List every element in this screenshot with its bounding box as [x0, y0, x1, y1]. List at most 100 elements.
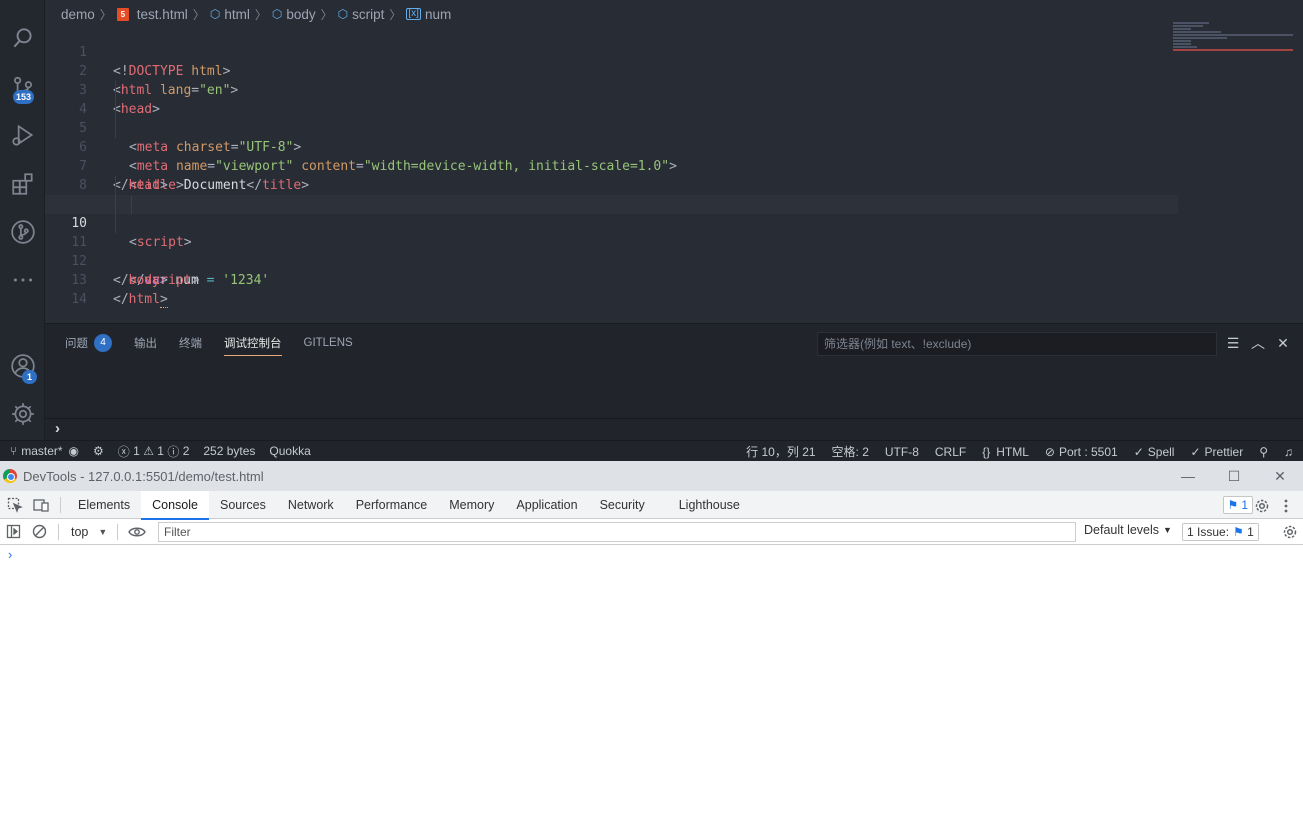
- tab-lighthouse[interactable]: Lighthouse: [668, 491, 751, 519]
- error-icon: ⓧ: [117, 444, 130, 459]
- prettier-status[interactable]: ✓ Prettier: [1190, 445, 1243, 459]
- extensions-icon[interactable]: [0, 164, 45, 204]
- code-line: 4 <meta charset="UTF-8">: [45, 81, 1173, 155]
- search-icon[interactable]: [0, 18, 45, 58]
- file-size-status[interactable]: 252 bytes: [203, 444, 255, 458]
- html5-file-icon: 5: [116, 7, 129, 21]
- breadcrumb-script[interactable]: script: [352, 7, 384, 22]
- tab-console[interactable]: Console: [141, 490, 209, 520]
- live-expression-eye-icon[interactable]: [124, 519, 150, 545]
- devtools-titlebar: DevTools - 127.0.0.1:5501/demo/test.html…: [0, 461, 1303, 491]
- warning-icon: ⚠: [143, 444, 154, 458]
- inspect-element-icon[interactable]: [2, 492, 28, 518]
- debug-console-filter-input[interactable]: 筛选器(例如 text、!exclude): [817, 332, 1217, 356]
- settings-gear-icon[interactable]: [1249, 493, 1275, 519]
- devtools-tabbar: Elements Console Sources Network Perform…: [0, 490, 1303, 520]
- notifications-bell-icon[interactable]: ♫: [1284, 445, 1293, 459]
- live-server-port-status[interactable]: ⊘ Port : 5501: [1045, 445, 1118, 459]
- minimap[interactable]: [1173, 22, 1293, 62]
- maximize-icon[interactable]: ☐: [1211, 461, 1257, 491]
- tab-network[interactable]: Network: [277, 491, 345, 519]
- encoding-status[interactable]: UTF-8: [885, 445, 919, 459]
- chevron-right-icon: 〉: [389, 7, 402, 22]
- explorer-icon[interactable]: [0, 0, 45, 12]
- sync-eye-icon: ◉: [68, 444, 80, 458]
- tab-gitlens[interactable]: GITLENS: [304, 324, 353, 362]
- git-graph-icon: ⚙: [93, 444, 104, 458]
- breadcrumb-file[interactable]: test.html: [137, 7, 188, 22]
- panel-tabs: 问题 4 输出 终端 调试控制台 GITLENS: [65, 324, 375, 362]
- cursor-position-status[interactable]: 行 10，列 21: [746, 443, 815, 460]
- console-filter-input[interactable]: Filter: [158, 522, 1076, 542]
- problems-status[interactable]: ⓧ 1 ⚠ 1 ⓘ 2: [118, 443, 190, 460]
- tab-problems-label: 问题: [65, 338, 88, 350]
- more-icon[interactable]: [0, 260, 45, 300]
- element-cube-icon: ⬡: [271, 7, 283, 21]
- tab-memory[interactable]: Memory: [438, 491, 505, 519]
- tab-performance[interactable]: Performance: [345, 491, 439, 519]
- code-line: 5 <meta name="viewport" content="width=d…: [45, 100, 1173, 174]
- accounts-badge: 1: [22, 370, 37, 384]
- status-bar: ⑂ master* ◉ ⚙ ⓧ 1 ⚠ 1 ⓘ 2 252 bytes Quok…: [0, 440, 1303, 461]
- code-line: 14: [45, 271, 1173, 307]
- warning-squiggle: >: [159, 292, 168, 308]
- issues-count-button[interactable]: 1 Issue: ⚑ 1: [1182, 523, 1259, 541]
- tab-debug-console[interactable]: 调试控制台: [224, 324, 282, 362]
- device-toolbar-icon[interactable]: [28, 492, 54, 518]
- window-title: DevTools - 127.0.0.1:5501/demo/test.html: [23, 468, 264, 484]
- close-panel-icon[interactable]: ✕: [1273, 332, 1293, 354]
- branch-status[interactable]: ⑂ master* ◉: [10, 444, 79, 458]
- divider: [60, 496, 61, 513]
- gitlens-icon[interactable]: [0, 212, 45, 252]
- tab-application[interactable]: Application: [505, 491, 588, 519]
- breadcrumb-folder[interactable]: demo: [61, 7, 95, 22]
- run-debug-icon[interactable]: [0, 115, 45, 155]
- code-line: 13 </html>: [45, 252, 1173, 308]
- tab-sources[interactable]: Sources: [209, 491, 277, 519]
- feedback-icon[interactable]: ⚲: [1259, 445, 1268, 459]
- clear-console-icon[interactable]: [26, 519, 52, 545]
- quokka-status[interactable]: Quokka: [269, 444, 310, 458]
- more-options-icon[interactable]: [1273, 493, 1299, 519]
- element-cube-icon: ⬡: [337, 7, 349, 21]
- breadcrumb: demo 〉 5 test.html 〉 ⬡ html 〉 ⬡ body 〉 ⬡…: [45, 4, 451, 24]
- accounts-icon[interactable]: 1: [0, 346, 45, 386]
- caret-down-icon: ▼: [1163, 525, 1172, 535]
- eol-status[interactable]: CRLF: [935, 445, 966, 459]
- manage-gear-icon[interactable]: [0, 394, 45, 434]
- language-mode-status[interactable]: {} HTML: [982, 445, 1029, 459]
- sidebar-toggle-icon[interactable]: [0, 519, 26, 545]
- close-icon[interactable]: ✕: [1257, 461, 1303, 491]
- console-settings-gear-icon[interactable]: [1277, 519, 1303, 545]
- indentation-status[interactable]: 空格: 2: [832, 443, 869, 460]
- code-editor[interactable]: 1 <!DOCTYPE html> 2 <html lang="en"> 3 <…: [45, 24, 1178, 308]
- breadcrumb-variable[interactable]: num: [425, 7, 451, 22]
- spell-status[interactable]: ✓ Spell: [1134, 445, 1175, 459]
- console-output[interactable]: ›: [0, 545, 1303, 833]
- code-line: 11 </script>: [45, 214, 1173, 288]
- js-context-select[interactable]: top ▼: [71, 525, 107, 539]
- repl-prompt-icon[interactable]: ›: [55, 420, 60, 437]
- double-check-icon: ✓: [1190, 444, 1201, 459]
- code-line: 9 <script>: [45, 176, 1173, 250]
- code-line-current: 10 var num = '1234': [45, 195, 1178, 288]
- console-prompt[interactable]: ›: [8, 547, 12, 562]
- gitlens-graph-status[interactable]: ⚙: [93, 444, 104, 458]
- tab-elements[interactable]: Elements: [67, 491, 141, 519]
- code-line: 7 </head>: [45, 138, 1173, 193]
- breadcrumb-body[interactable]: body: [286, 7, 315, 22]
- chevron-right-icon: 〉: [320, 7, 333, 22]
- breadcrumb-html[interactable]: html: [224, 7, 250, 22]
- tab-output[interactable]: 输出: [134, 324, 157, 362]
- code-line: 6 <title>Document</title>: [45, 119, 1173, 193]
- chevron-right-icon: 〉: [99, 7, 112, 22]
- word-wrap-icon[interactable]: ☰: [1223, 332, 1243, 354]
- source-control-icon[interactable]: 153: [0, 68, 45, 108]
- tab-terminal[interactable]: 终端: [179, 324, 202, 362]
- tab-problems[interactable]: 问题 4: [65, 324, 112, 362]
- tab-security[interactable]: Security: [589, 491, 656, 519]
- log-levels-dropdown[interactable]: Default levels ▼: [1084, 523, 1172, 537]
- editor-area[interactable]: demo 〉 5 test.html 〉 ⬡ html 〉 ⬡ body 〉 ⬡…: [45, 0, 1303, 323]
- minimize-icon[interactable]: —: [1165, 461, 1211, 491]
- maximize-panel-icon[interactable]: ︿: [1248, 332, 1268, 354]
